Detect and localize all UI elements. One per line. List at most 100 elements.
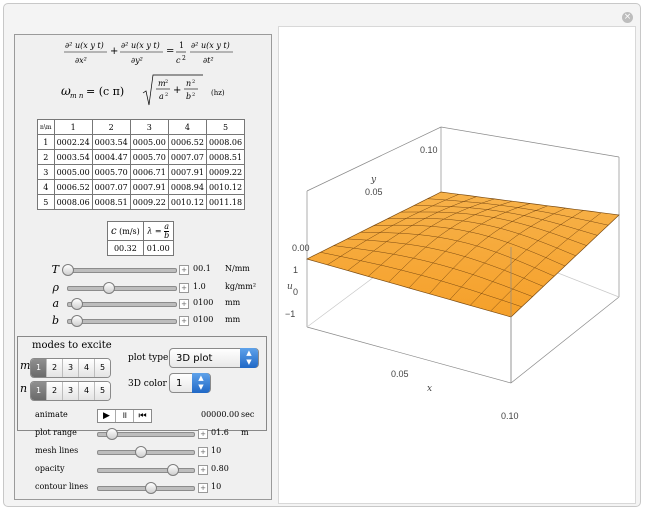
m-option[interactable]: 5 xyxy=(94,359,110,377)
m-option[interactable]: 2 xyxy=(46,359,62,377)
wave-eq-u-2: u(x y t) xyxy=(131,41,160,50)
contour-lines-expand-icon[interactable]: + xyxy=(198,483,208,493)
mesh-lines-value: 10 xyxy=(211,446,222,455)
tension-slider[interactable] xyxy=(62,264,177,276)
slider-thumb[interactable] xyxy=(106,428,119,440)
plot-type-label: plot type xyxy=(128,353,169,363)
plot-range-control: plot range + 01.6 m xyxy=(15,427,265,441)
speed-value: 00.32 xyxy=(107,240,144,256)
contour-lines-slider[interactable] xyxy=(97,482,195,494)
controls-pane: ∂² u(x y t) ∂x² + ∂² u(x y t) ∂y² = 1 c … xyxy=(14,34,272,500)
n-option[interactable]: 5 xyxy=(94,382,110,400)
table-col-header: 1 xyxy=(53,119,93,135)
time-value: 00000.00 xyxy=(201,410,240,419)
n-option[interactable]: 4 xyxy=(78,382,94,400)
y-tick: 0.05 xyxy=(365,187,383,197)
color-dropdown[interactable]: 1 ▲ ▼ xyxy=(169,373,211,393)
reset-icon[interactable]: ⏮ xyxy=(133,410,151,422)
plot-type-dropdown[interactable]: 3D plot ▲ ▼ xyxy=(169,348,259,368)
density-expand-icon[interactable]: + xyxy=(179,283,189,293)
table-row-header: 2 xyxy=(37,149,55,165)
tension-value: 00.1 xyxy=(193,264,211,273)
tension-expand-icon[interactable]: + xyxy=(179,265,189,275)
slider-thumb[interactable] xyxy=(103,282,116,294)
slider-thumb[interactable] xyxy=(166,464,179,476)
table-cell: 0007.91 xyxy=(167,164,207,180)
speed-ratio-table: c (m/s) λ = a b 00.32 01.00 xyxy=(107,221,174,256)
wave-eq-u-1: u(x y t) xyxy=(75,41,104,50)
opacity-expand-icon[interactable]: + xyxy=(198,465,208,475)
length-b-label: b xyxy=(51,314,59,327)
slider-thumb[interactable] xyxy=(70,315,83,327)
table-row-header: 4 xyxy=(37,179,55,195)
opacity-value: 0.80 xyxy=(211,464,229,473)
table-cell: 0008.51 xyxy=(205,149,246,165)
surface-plot[interactable]: 0.10 0.05 0.00 y 1 0 −1 u 0.05 0.10 x xyxy=(279,27,635,503)
n-option[interactable]: 2 xyxy=(46,382,62,400)
close-icon[interactable]: × xyxy=(622,12,633,23)
table-cell: 0005.00 xyxy=(129,134,169,150)
m-option[interactable]: 4 xyxy=(78,359,94,377)
length-b-control: b + 0100 mm xyxy=(15,314,265,328)
table-cell: 0006.52 xyxy=(53,179,93,195)
u-tick: 1 xyxy=(293,265,298,275)
table-cell: 0002.24 xyxy=(53,134,93,150)
modes-title: modes to excite xyxy=(32,340,112,351)
svg-text:∂x²: ∂x² xyxy=(75,56,87,65)
length-b-expand-icon[interactable]: + xyxy=(179,316,189,326)
svg-text:=: = xyxy=(166,46,174,57)
omega-subscript: m n xyxy=(70,92,84,100)
mesh-lines-expand-icon[interactable]: + xyxy=(198,447,208,457)
mesh-lines-slider[interactable] xyxy=(97,446,195,458)
n-mode-selector: 1 2 3 4 5 xyxy=(30,381,111,401)
table-cell: 0006.52 xyxy=(167,134,207,150)
length-a-slider[interactable] xyxy=(67,298,177,310)
plot-range-unit: m xyxy=(241,428,249,437)
mesh-lines-label: mesh lines xyxy=(35,446,79,455)
omega-eq: = (c π) xyxy=(86,85,124,98)
u-axis-label: u xyxy=(287,282,293,292)
slider-thumb[interactable] xyxy=(144,482,157,494)
length-a-value: 0100 xyxy=(193,298,214,307)
table-cell: 0007.91 xyxy=(129,179,169,195)
pause-icon[interactable]: ॥ xyxy=(115,410,133,422)
table-col-header: 4 xyxy=(167,119,207,135)
wave-eq-c: c xyxy=(176,56,181,65)
table-cell: 0010.12 xyxy=(205,179,246,195)
table-cell: 0005.70 xyxy=(129,149,169,165)
density-label: ρ xyxy=(52,281,59,294)
plot-range-expand-icon[interactable]: + xyxy=(198,429,208,439)
animate-control: animate ▶ ॥ ⏮ 00000.00 sec xyxy=(15,409,265,423)
plot-range-slider[interactable] xyxy=(97,428,195,440)
u-tick: −1 xyxy=(285,309,295,319)
table-cell: 0008.06 xyxy=(205,134,246,150)
opacity-control: opacity + 0.80 xyxy=(15,463,265,477)
slider-thumb[interactable] xyxy=(70,298,83,310)
tension-unit: N/mm xyxy=(225,264,250,273)
length-a-label: a xyxy=(52,297,59,310)
contour-lines-label: contour lines xyxy=(35,482,89,491)
slider-thumb[interactable] xyxy=(135,446,148,458)
slider-thumb[interactable] xyxy=(62,264,74,276)
opacity-slider[interactable] xyxy=(97,464,195,476)
play-icon[interactable]: ▶ xyxy=(98,410,115,422)
table-cell: 0007.07 xyxy=(167,149,207,165)
time-unit: sec xyxy=(241,410,255,419)
x-tick: 0.05 xyxy=(391,369,409,379)
n-option[interactable]: 3 xyxy=(62,382,78,400)
length-b-slider[interactable] xyxy=(67,315,177,327)
mesh-lines-control: mesh lines + 10 xyxy=(15,445,265,459)
table-cell: 0011.18 xyxy=(205,194,246,210)
svg-text:∂²: ∂² xyxy=(121,41,128,50)
length-a-expand-icon[interactable]: + xyxy=(179,299,189,309)
m-option[interactable]: 1 xyxy=(31,359,46,377)
n-option[interactable]: 1 xyxy=(31,382,46,400)
y-tick: 0.10 xyxy=(420,145,438,155)
m-option[interactable]: 3 xyxy=(62,359,78,377)
table-cell: 0009.22 xyxy=(129,194,169,210)
density-slider[interactable] xyxy=(67,282,177,294)
table-cell: 0003.54 xyxy=(53,149,93,165)
table-col-header: 5 xyxy=(205,119,246,135)
table-cell: 0009.22 xyxy=(205,164,246,180)
table-row: 3 0005.00 0005.70 0006.71 0007.91 0009.2… xyxy=(37,164,246,180)
